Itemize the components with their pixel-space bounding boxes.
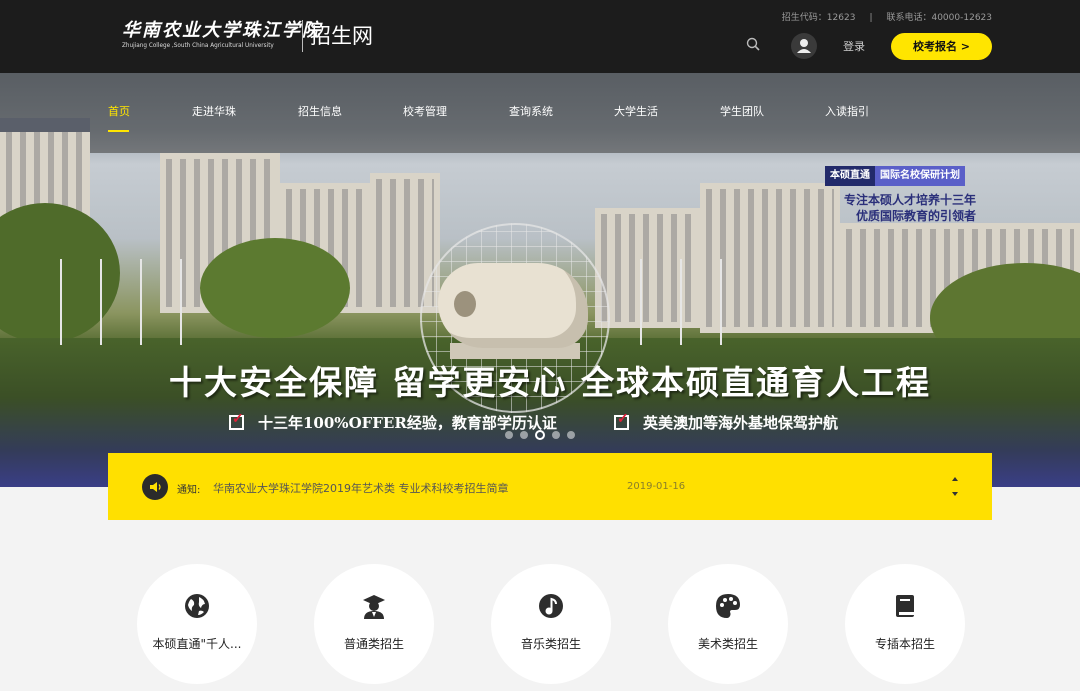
speaker-icon: [142, 474, 168, 500]
search-icon: [746, 37, 760, 51]
carousel-dots: [505, 430, 575, 440]
tagline-line-2: 优质国际教育的引领者: [855, 209, 976, 223]
search-button[interactable]: [746, 36, 764, 54]
nav-active-indicator: [108, 130, 129, 132]
carousel-dot[interactable]: [505, 431, 513, 439]
category-music[interactable]: 音乐类招生: [491, 564, 611, 684]
category-general[interactable]: 普通类招生: [314, 564, 434, 684]
user-avatar-button[interactable]: [791, 33, 817, 59]
nav-item-home[interactable]: 首页: [108, 103, 130, 119]
checkbox-icon: [229, 411, 244, 430]
graduate-icon: [363, 595, 385, 619]
main-nav: 首页 走进华珠 招生信息 校考管理 查询系统 大学生活 学生团队 入读指引: [0, 73, 1080, 149]
book-icon: [896, 595, 914, 617]
carousel-dot[interactable]: [567, 431, 575, 439]
top-actions: 登录 校考报名 >: [0, 0, 1080, 73]
palette-icon: [716, 594, 740, 618]
nav-item-student-teams[interactable]: 学生团队: [720, 103, 764, 119]
nav-item-admissions-info[interactable]: 招生信息: [298, 103, 342, 119]
program-badge: 本硕直通 国际名校保研计划: [825, 166, 965, 186]
notice-next-arrow-icon[interactable]: [949, 489, 961, 499]
nav-item-query-system[interactable]: 查询系统: [509, 103, 553, 119]
hero-banner[interactable]: 首页 走进华珠 招生信息 校考管理 查询系统 大学生活 学生团队 入读指引 本硕…: [0, 73, 1080, 487]
category-list: 本硕直通"千人... 普通类招生 音乐类招生 美术类招生 专插本招生: [0, 560, 1080, 691]
notice-bar: 通知: 华南农业大学珠江学院2019年艺术类 专业术科校考招生简章 2019-0…: [108, 453, 992, 520]
category-bachelor-master[interactable]: 本硕直通"千人...: [137, 564, 257, 684]
login-link[interactable]: 登录: [843, 38, 865, 54]
apply-exam-button[interactable]: 校考报名 >: [891, 33, 992, 60]
checkbox-icon: [614, 411, 629, 430]
flagpole: [640, 259, 642, 345]
flagpole: [100, 259, 102, 345]
globe-icon: [185, 594, 209, 618]
nav-item-exam-management[interactable]: 校考管理: [403, 103, 447, 119]
banner-tagline: 专注本硕人才培养十三年 优质国际教育的引领者: [826, 192, 976, 224]
nav-item-campus-life[interactable]: 大学生活: [614, 103, 658, 119]
banner-headline: 十大安全保障 留学更安心 全球本硕直通育人工程: [169, 363, 931, 402]
carousel-dot-active[interactable]: [535, 430, 545, 440]
notice-date: 2019-01-16: [627, 481, 686, 492]
category-label: 音乐类招生: [520, 637, 581, 651]
category-art[interactable]: 美术类招生: [668, 564, 788, 684]
banner-perk: 英美澳加等海外基地保驾护航: [614, 411, 839, 433]
nav-item-about[interactable]: 走进华珠: [192, 103, 236, 119]
badge-bachelor-master: 本硕直通: [825, 166, 875, 186]
flagpole: [720, 259, 722, 345]
notice-prev-arrow-icon[interactable]: [949, 474, 961, 484]
badge-international-program: 国际名校保研计划: [875, 166, 965, 186]
flagpole: [60, 259, 62, 345]
category-upgrade[interactable]: 专插本招生: [845, 564, 965, 684]
category-label: 本硕直通"千人...: [152, 637, 242, 651]
notice-label: 通知:: [177, 485, 201, 496]
carousel-dot[interactable]: [520, 431, 528, 439]
notice-link[interactable]: 华南农业大学珠江学院2019年艺术类 专业术科校考招生简章: [213, 480, 509, 496]
building: [595, 208, 705, 328]
user-icon: [797, 39, 811, 53]
top-bar: 华南农业大学珠江学院 Zhujiang College ,South China…: [0, 0, 1080, 73]
tree: [200, 238, 350, 338]
category-label: 美术类招生: [697, 637, 758, 651]
sculpture: [438, 263, 588, 348]
perk-text: 英美澳加等海外基地保驾护航: [643, 414, 839, 432]
flagpole: [180, 259, 182, 345]
carousel-dot[interactable]: [552, 431, 560, 439]
flagpole: [680, 259, 682, 345]
category-label: 普通类招生: [343, 637, 404, 651]
category-label: 专插本招生: [874, 637, 935, 651]
music-note-icon: [539, 594, 563, 618]
tagline-line-1: 专注本硕人才培养十三年: [843, 193, 976, 207]
nav-item-enrollment-guide[interactable]: 入读指引: [825, 103, 869, 119]
flagpole: [140, 259, 142, 345]
